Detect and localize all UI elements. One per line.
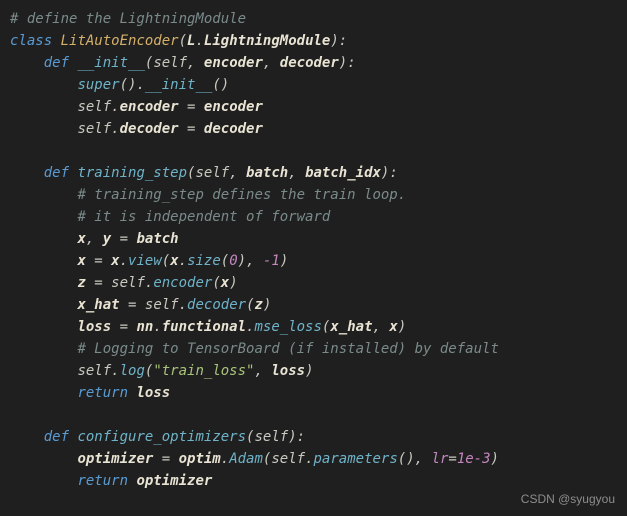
code-block: # define the LightningModule class LitAu…: [0, 0, 627, 500]
kw-def: def: [44, 55, 69, 71]
watermark: CSDN @syugyou: [521, 488, 615, 510]
class-name: LitAutoEncoder: [61, 33, 179, 49]
comment: # define the LightningModule: [10, 11, 246, 27]
fn-configure-optimizers: configure_optimizers: [77, 429, 246, 445]
fn-training-step: training_step: [77, 165, 187, 181]
kw-class: class: [10, 33, 52, 49]
fn-init: __init__: [77, 55, 144, 71]
